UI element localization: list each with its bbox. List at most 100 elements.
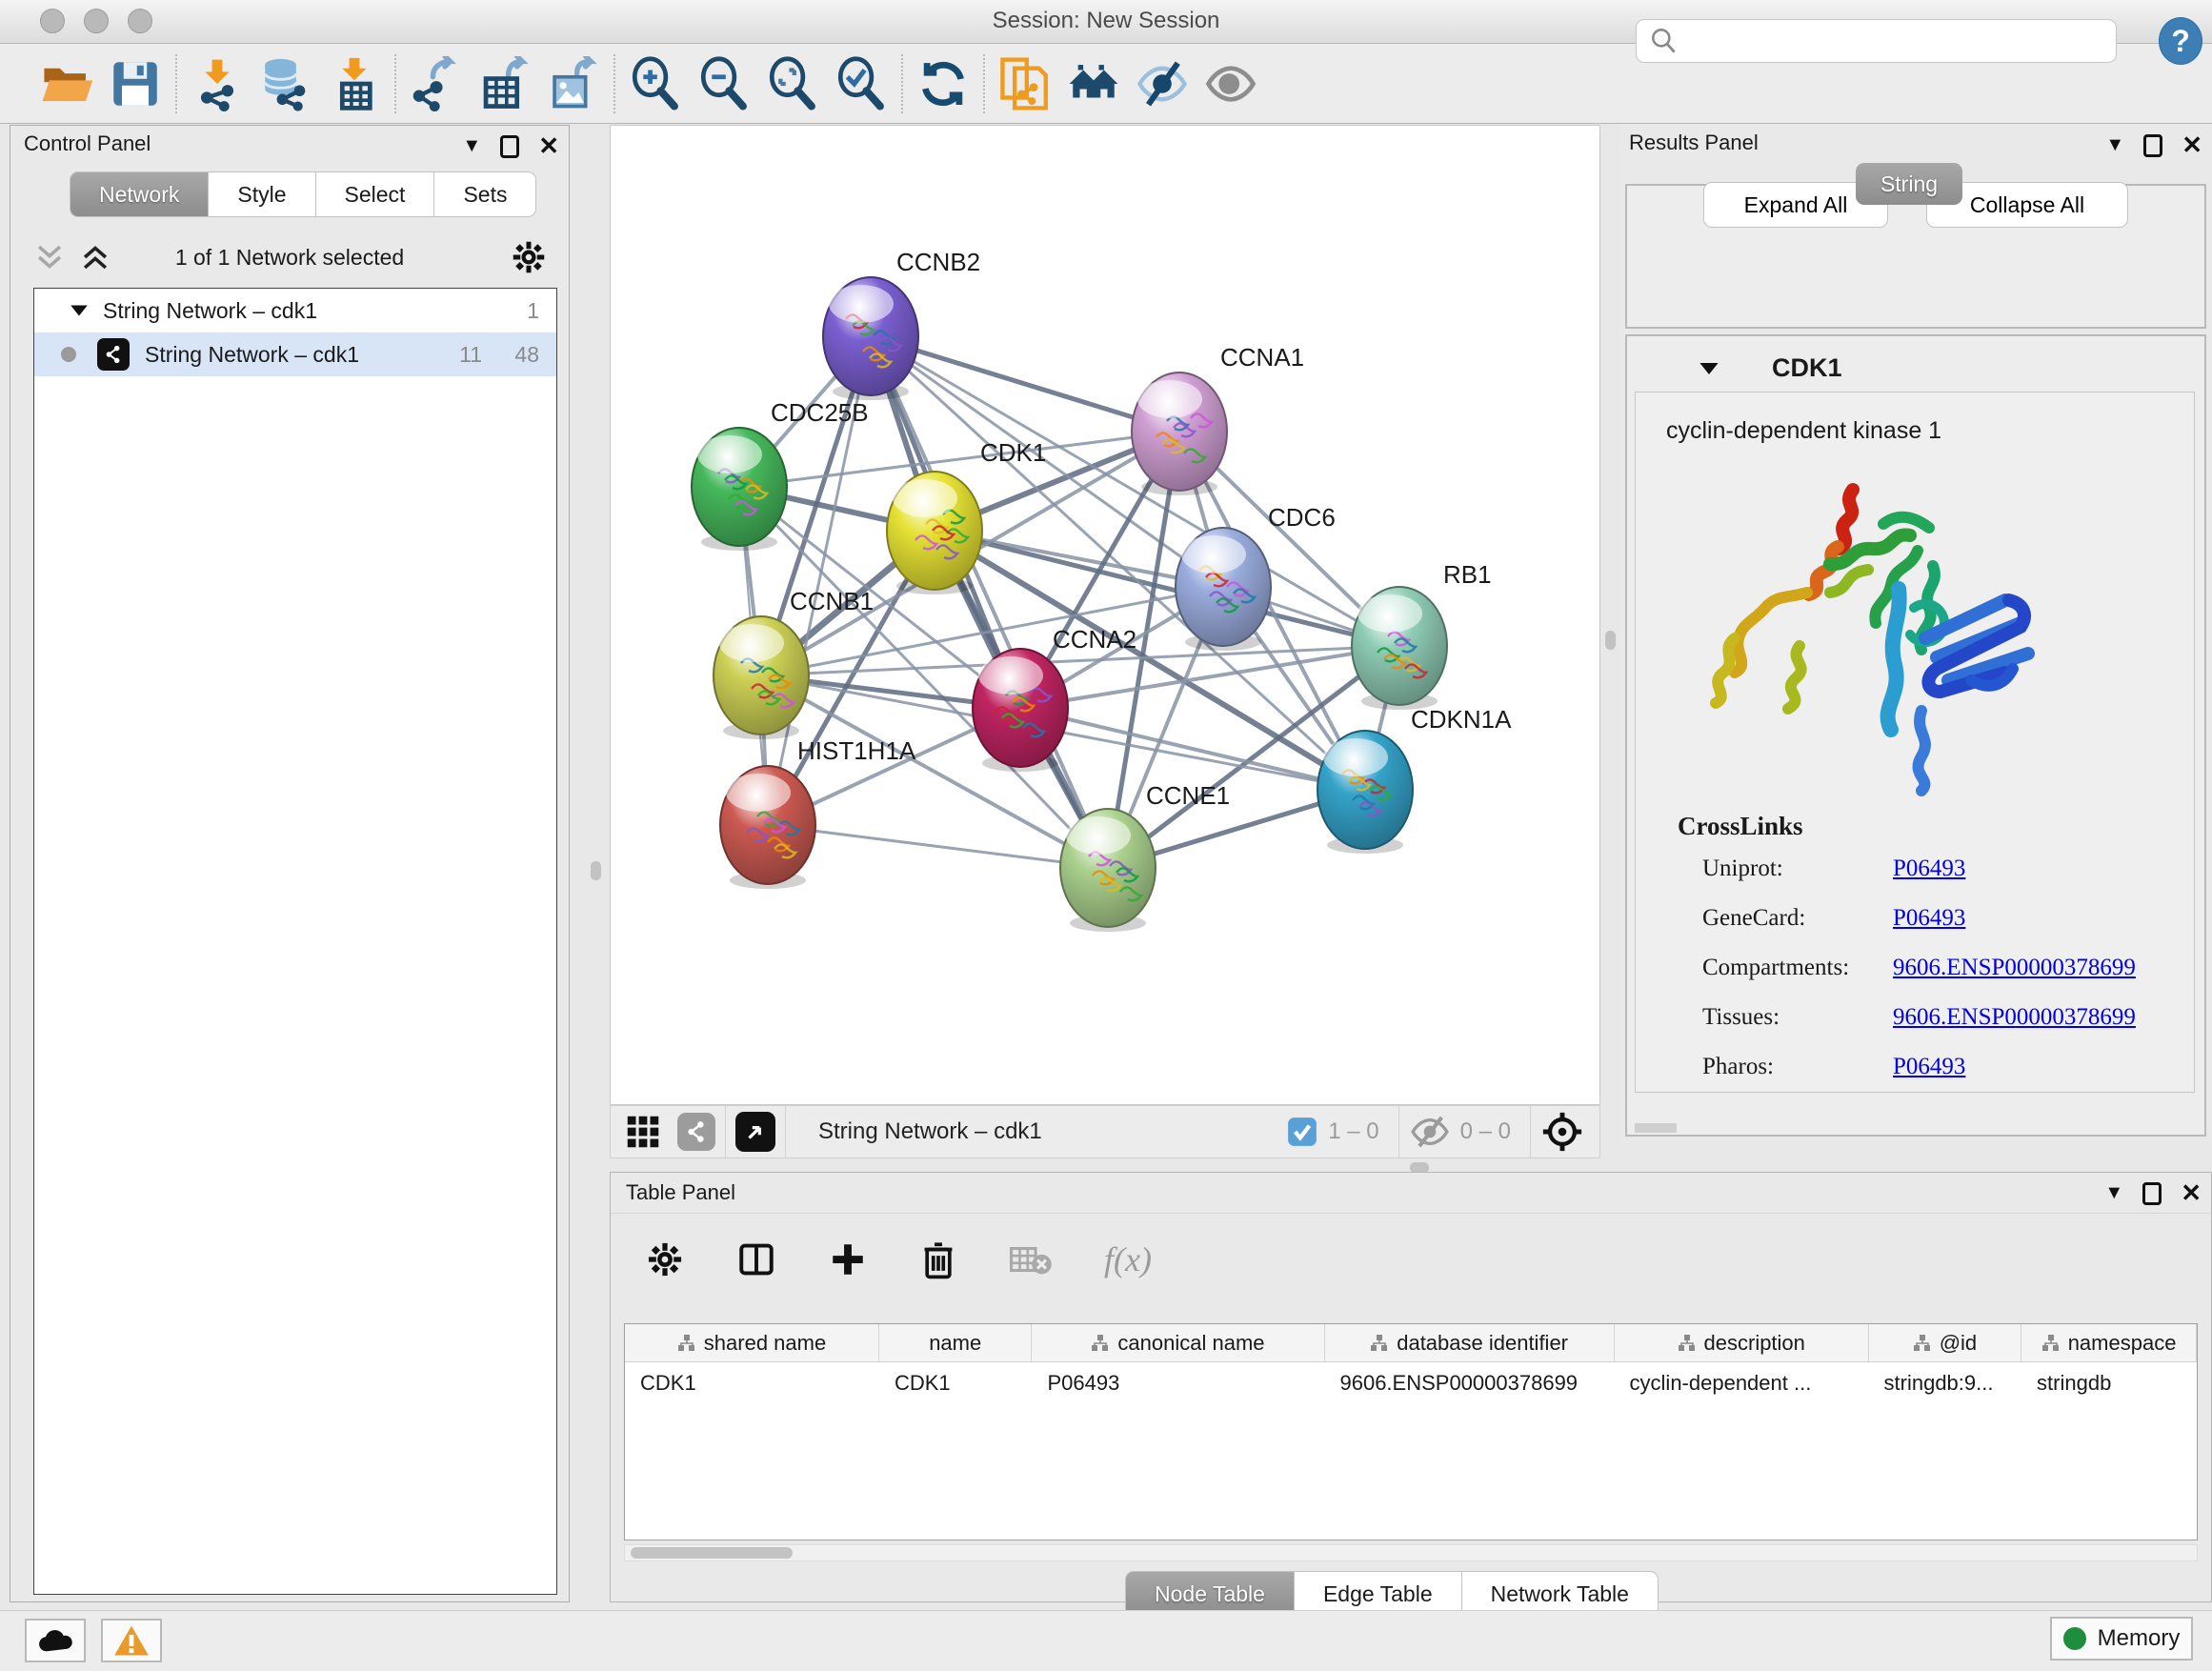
column-header-description[interactable]: description bbox=[1615, 1324, 1869, 1361]
import-network-file-button[interactable] bbox=[183, 50, 251, 118]
refresh-icon bbox=[917, 58, 969, 110]
crosslink-link[interactable]: P06493 bbox=[1893, 856, 1965, 881]
close-panel-icon[interactable]: ✕ bbox=[538, 131, 559, 161]
zoom-out-button[interactable] bbox=[690, 50, 758, 118]
toolbar-separator bbox=[394, 54, 396, 113]
close-panel-icon[interactable]: ✕ bbox=[2182, 131, 2202, 160]
open-in-window-icon[interactable] bbox=[735, 1112, 775, 1152]
network-node-RB1[interactable]: RB1 bbox=[1352, 560, 1492, 710]
horizontal-scrollbar-fragment[interactable] bbox=[1635, 1123, 1677, 1133]
zoom-out-icon bbox=[696, 56, 752, 111]
network-node-CDKN1A[interactable]: CDKN1A bbox=[1317, 705, 1512, 854]
network-node-HIST1H1A[interactable]: HIST1H1A bbox=[720, 736, 916, 889]
search-field[interactable] bbox=[1636, 19, 2117, 63]
search-input[interactable] bbox=[1688, 29, 2098, 53]
import-network-database-button[interactable] bbox=[251, 50, 320, 118]
network-node-CCNE1[interactable]: CCNE1 bbox=[1060, 781, 1230, 932]
string-app-icon bbox=[97, 338, 130, 371]
string-home-button[interactable] bbox=[1059, 50, 1128, 118]
add-column-icon[interactable] bbox=[828, 1239, 868, 1279]
gene-entry-header[interactable]: CDK1 bbox=[1627, 348, 2204, 392]
network-row[interactable]: String Network – cdk1 11 48 bbox=[34, 332, 556, 376]
network-node-CDC6[interactable]: CDC6 bbox=[1176, 503, 1336, 651]
collapse-triangle-icon[interactable] bbox=[69, 302, 90, 319]
show-glass-button[interactable] bbox=[1196, 50, 1265, 118]
network-node-CCNA1[interactable]: CCNA1 bbox=[1132, 343, 1304, 495]
column-header-shared-name[interactable]: shared name bbox=[625, 1324, 879, 1361]
open-session-button[interactable] bbox=[32, 50, 101, 118]
crosslink-link[interactable]: 9606.ENSP00000378699 bbox=[1893, 1004, 2136, 1030]
float-panel-icon[interactable] bbox=[2143, 134, 2162, 157]
export-table-button[interactable] bbox=[471, 50, 539, 118]
delete-column-icon[interactable] bbox=[919, 1239, 957, 1279]
hidden-eye-icon[interactable] bbox=[1409, 1115, 1451, 1149]
crosslink-link[interactable]: 9606.ENSP00000378699 bbox=[1893, 955, 2136, 980]
show-columns-icon[interactable] bbox=[736, 1239, 776, 1279]
help-button[interactable]: ? bbox=[2159, 17, 2202, 65]
network-status-dot bbox=[61, 347, 76, 362]
tab-string[interactable]: String bbox=[1856, 163, 1962, 205]
table-horizontal-scrollbar[interactable] bbox=[624, 1544, 2198, 1561]
column-header-database-identifier[interactable]: database identifier bbox=[1325, 1324, 1615, 1361]
minimize-panel-icon[interactable]: ▼ bbox=[2105, 134, 2124, 156]
scrollbar-thumb[interactable] bbox=[631, 1547, 793, 1559]
minimize-panel-icon[interactable]: ▼ bbox=[462, 135, 481, 157]
collapse-triangle-icon[interactable] bbox=[1698, 359, 1720, 378]
node-label-CCNE1: CCNE1 bbox=[1146, 781, 1230, 810]
node-label-RB1: RB1 bbox=[1443, 560, 1492, 589]
float-panel-icon[interactable] bbox=[2142, 1182, 2162, 1205]
tab-network[interactable]: Network bbox=[70, 171, 209, 217]
left-splitter-handle[interactable] bbox=[591, 861, 601, 880]
save-session-button[interactable] bbox=[101, 50, 170, 118]
export-network-button[interactable] bbox=[402, 50, 471, 118]
memory-button[interactable]: Memory bbox=[2050, 1617, 2193, 1661]
birds-eye-icon[interactable] bbox=[1540, 1110, 1584, 1154]
selected-count: 1 – 0 bbox=[1328, 1118, 1378, 1145]
column-header--id[interactable]: @id bbox=[1869, 1324, 2021, 1361]
table-cell: stringdb:9... bbox=[1869, 1362, 2022, 1404]
crosslink-link[interactable]: P06493 bbox=[1893, 1054, 1965, 1079]
column-header-name[interactable]: name bbox=[879, 1324, 1032, 1361]
tab-select[interactable]: Select bbox=[316, 171, 435, 217]
zoom-in-button[interactable] bbox=[621, 50, 690, 118]
export-table-icon bbox=[477, 56, 533, 111]
warnings-button[interactable] bbox=[101, 1619, 162, 1662]
column-header-canonical-name[interactable]: canonical name bbox=[1032, 1324, 1324, 1361]
string-import-button[interactable] bbox=[991, 50, 1059, 118]
network-node-CCNB1[interactable]: CCNB1 bbox=[714, 587, 874, 739]
cloud-status-button[interactable] bbox=[25, 1619, 86, 1662]
network-view-title: String Network – cdk1 bbox=[818, 1118, 1286, 1145]
node-label-CDC6: CDC6 bbox=[1268, 503, 1336, 532]
table-cell: CDK1 bbox=[625, 1362, 879, 1404]
hide-glass-button[interactable] bbox=[1128, 50, 1196, 118]
selected-checkbox-icon[interactable] bbox=[1286, 1116, 1318, 1148]
gear-icon[interactable] bbox=[510, 238, 548, 276]
network-share-icon[interactable] bbox=[677, 1113, 715, 1151]
right-splitter-handle[interactable] bbox=[1605, 631, 1616, 650]
results-panel-title: Results Panel bbox=[1629, 131, 1759, 154]
float-panel-icon[interactable] bbox=[500, 135, 519, 158]
network-selection-status: 1 of 1 Network selected bbox=[10, 245, 569, 271]
import-table-button[interactable] bbox=[320, 50, 389, 118]
table-settings-gear-icon[interactable] bbox=[645, 1239, 685, 1279]
fit-content-button[interactable] bbox=[758, 50, 827, 118]
control-panel: Control Panel ▼ ✕ NetworkStyleSelectSets… bbox=[10, 125, 570, 1602]
grid-view-icon[interactable] bbox=[624, 1113, 662, 1151]
zoom-selected-button[interactable] bbox=[827, 50, 895, 118]
crosslink-row: Pharos:P06493 bbox=[1702, 1054, 1965, 1080]
network-view[interactable]: CCNB2CCNA1CDC25BCDK1CDC6RB1CCNB1CCNA2CDK… bbox=[610, 125, 1600, 1105]
minimize-panel-icon[interactable]: ▼ bbox=[2104, 1182, 2123, 1204]
close-panel-icon[interactable]: ✕ bbox=[2181, 1178, 2202, 1208]
hidden-count: 0 – 0 bbox=[1460, 1118, 1511, 1145]
tab-style[interactable]: Style bbox=[209, 171, 315, 217]
crosslink-link[interactable]: P06493 bbox=[1893, 905, 1965, 931]
tab-sets[interactable]: Sets bbox=[434, 171, 536, 217]
shared-column-icon bbox=[1678, 1334, 1697, 1353]
export-image-button[interactable] bbox=[539, 50, 608, 118]
network-collection-row[interactable]: String Network – cdk1 1 bbox=[34, 289, 556, 332]
network-node-CCNB2[interactable]: CCNB2 bbox=[823, 248, 980, 400]
column-header-namespace[interactable]: namespace bbox=[2021, 1324, 2197, 1361]
table-row[interactable]: CDK1CDK1P064939606.ENSP00000378699cyclin… bbox=[625, 1362, 2197, 1404]
apply-layout-button[interactable] bbox=[909, 50, 977, 118]
footer-separator bbox=[1530, 1105, 1531, 1158]
